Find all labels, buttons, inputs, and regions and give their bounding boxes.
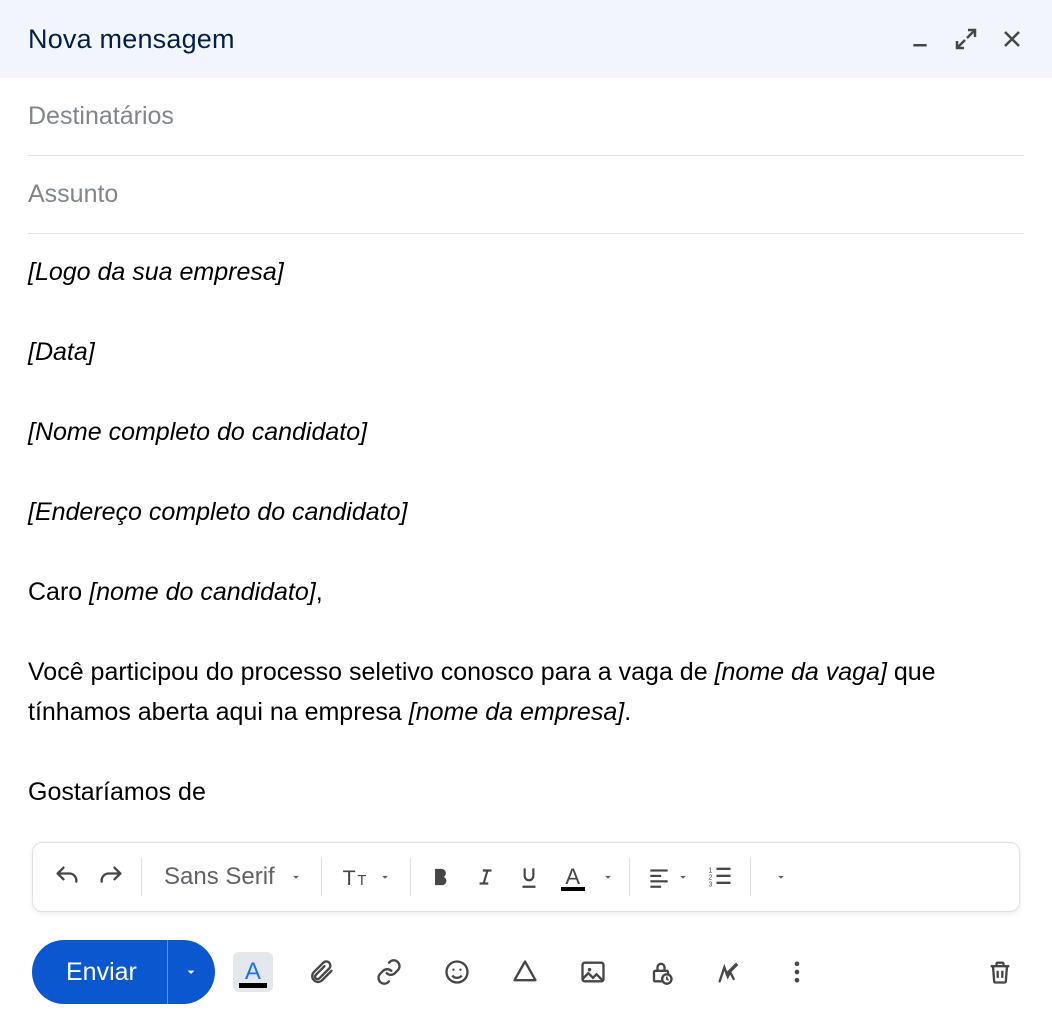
text-color-bar <box>561 887 585 891</box>
svg-text:T: T <box>357 873 366 889</box>
format-bar <box>239 983 267 988</box>
body-text: , <box>316 578 323 606</box>
subject-input[interactable] <box>28 180 1024 209</box>
body-line: [Endereço completo do candidato] <box>28 498 407 526</box>
close-icon[interactable] <box>1000 27 1024 51</box>
insert-photo-icon[interactable] <box>573 952 613 992</box>
format-toolbar-wrap: Sans Serif TT A <box>0 842 1052 912</box>
discard-draft-icon[interactable] <box>980 952 1020 992</box>
separator <box>321 858 322 896</box>
minimize-icon[interactable] <box>908 27 932 51</box>
body-line: [Logo da sua empresa] <box>28 258 284 286</box>
body-line: [Data] <box>28 338 95 366</box>
attach-file-icon[interactable] <box>301 952 341 992</box>
subject-row <box>28 156 1024 234</box>
redo-icon[interactable] <box>89 855 133 899</box>
insert-link-icon[interactable] <box>369 952 409 992</box>
send-more-dropdown[interactable] <box>167 940 215 1004</box>
send-button[interactable]: Enviar <box>32 940 215 1004</box>
recipients-input[interactable] <box>28 102 1024 131</box>
header-fields <box>0 78 1052 234</box>
recipients-row <box>28 78 1024 156</box>
body-text: Gostaríamos de <box>28 778 206 806</box>
separator <box>410 858 411 896</box>
separator <box>141 858 142 896</box>
body-text: Você participou do processo seletivo con… <box>28 658 715 686</box>
chevron-down-icon[interactable] <box>595 855 621 899</box>
numbered-list-icon[interactable]: 1 2 3 <box>698 855 742 899</box>
align-dropdown[interactable] <box>638 855 698 899</box>
format-letter: A <box>245 960 261 984</box>
svg-text:T: T <box>342 866 355 890</box>
window-title: Nova mensagem <box>28 24 908 55</box>
bottom-toolbar: Enviar A <box>0 912 1052 1032</box>
insert-emoji-icon[interactable] <box>437 952 477 992</box>
confidential-mode-icon[interactable] <box>641 952 681 992</box>
font-family-dropdown[interactable]: Sans Serif <box>150 863 313 891</box>
more-formatting-dropdown[interactable] <box>759 855 803 899</box>
body-text: Caro <box>28 578 89 606</box>
send-button-label: Enviar <box>32 958 167 987</box>
formatting-options-icon[interactable]: A <box>233 952 273 992</box>
insert-drive-icon[interactable] <box>505 952 545 992</box>
body-line: [Nome completo do candidato] <box>28 418 367 446</box>
body-text: [nome da empresa] <box>409 698 624 726</box>
underline-icon[interactable] <box>507 855 551 899</box>
separator <box>629 858 630 896</box>
font-family-label: Sans Serif <box>164 863 275 891</box>
italic-icon[interactable] <box>463 855 507 899</box>
insert-signature-icon[interactable] <box>709 952 749 992</box>
svg-text:3: 3 <box>708 881 712 888</box>
text-color-letter: A <box>565 866 580 888</box>
separator <box>750 858 751 896</box>
bottom-icons: A <box>233 952 1020 992</box>
font-size-dropdown[interactable]: TT <box>330 855 402 899</box>
compose-window: Nova mensagem [Logo da sua empre <box>0 0 1052 1032</box>
svg-text:2: 2 <box>708 874 712 881</box>
expand-icon[interactable] <box>954 27 978 51</box>
more-options-icon[interactable] <box>777 952 817 992</box>
undo-icon[interactable] <box>45 855 89 899</box>
window-controls <box>908 27 1024 51</box>
bold-icon[interactable] <box>419 855 463 899</box>
text-color-dropdown[interactable]: A <box>551 855 595 899</box>
titlebar: Nova mensagem <box>0 0 1052 78</box>
message-body[interactable]: [Logo da sua empresa] [Data] [Nome compl… <box>0 234 1052 842</box>
format-toolbar: Sans Serif TT A <box>32 842 1020 912</box>
body-text: . <box>624 698 631 726</box>
svg-text:1: 1 <box>708 867 712 874</box>
body-text: [nome do candidato] <box>89 578 316 606</box>
body-text: [nome da vaga] <box>715 658 887 686</box>
chevron-down-icon <box>289 870 303 884</box>
